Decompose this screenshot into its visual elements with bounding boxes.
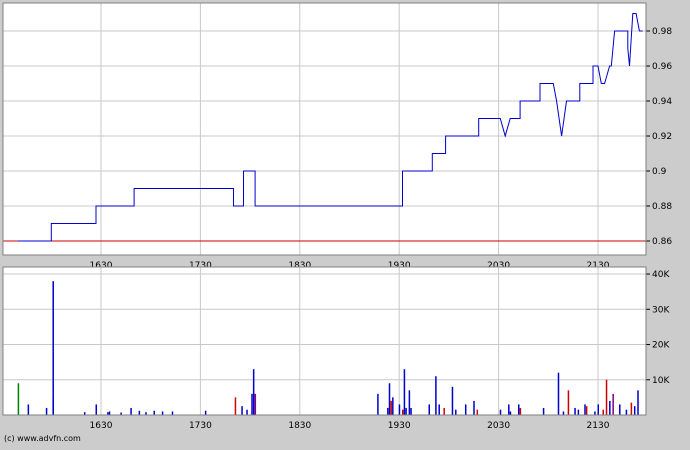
volume-bar (451, 386, 454, 415)
volume-x-tick-label: 1730 (189, 421, 212, 431)
volume-bar (204, 410, 207, 415)
volume-bar (408, 390, 411, 415)
volume-bar (625, 409, 628, 415)
volume-bar (509, 411, 512, 415)
volume-bar (410, 407, 412, 415)
volume-bar (234, 397, 237, 415)
price-volume-chart: 0.860.880.90.920.940.960.981630 1730 1830 1… (2, 2, 672, 431)
chart-root: 0.86 0.88 0.9 0.92 0.94 0.96 0.98 1630 1730 1830 1… (0, 0, 690, 446)
volume-bar (562, 411, 565, 415)
volume-bar (567, 390, 570, 415)
price-y-tick-label: 0.92 (652, 132, 672, 142)
price-y-tick-label: 0.98 (652, 27, 672, 37)
volume-bar (241, 406, 243, 415)
volume-bar (499, 409, 502, 415)
volume-bar (377, 393, 379, 415)
volume-bar (402, 409, 404, 415)
volume-bar (390, 400, 392, 415)
volume-bar (594, 411, 596, 415)
price-y-tick-label: 0.94 (652, 97, 672, 107)
price-y-tick-label: 0.88 (652, 202, 672, 212)
volume-y-tick-label: 10K (652, 376, 670, 386)
volume-bar (584, 404, 586, 415)
price-y-tick-label: 0.96 (652, 62, 672, 72)
volume-x-tick-label: 1630 (90, 421, 113, 431)
volume-bar (519, 407, 522, 415)
volume-bar (574, 407, 576, 415)
volume-bar (251, 393, 253, 415)
volume-bar (464, 404, 467, 415)
volume-bar (577, 409, 580, 415)
volume-y-tick-label: 40K (652, 270, 670, 280)
volume-bar (246, 409, 248, 415)
volume-bar (254, 393, 257, 415)
volume-bar (398, 404, 401, 415)
volume-bar (388, 383, 391, 415)
volume-bar (52, 281, 54, 415)
volume-bar (153, 410, 156, 415)
volume-bar (171, 411, 174, 415)
volume-bar (405, 407, 407, 415)
volume-y-tick-label: 20K (652, 341, 670, 351)
volume-bar (17, 383, 20, 415)
volume-plot-area (2, 266, 647, 416)
copyright-footer: (c) www.advfn.com (4, 434, 81, 443)
volume-bar (585, 406, 588, 415)
volume-bar (605, 379, 608, 415)
price-plot-area (2, 2, 647, 256)
volume-x-tick-label: 2030 (487, 421, 510, 431)
volume-bar (45, 407, 48, 415)
volume-bar (108, 411, 111, 415)
volume-x-tick-label: 2130 (587, 421, 610, 431)
volume-bar (619, 404, 621, 415)
volume-bar (392, 397, 394, 415)
volume-bar (455, 409, 457, 415)
volume-y-tick-label: 30K (652, 305, 670, 315)
volume-x-tick-label: 1930 (388, 421, 411, 431)
volume-bar (633, 406, 636, 415)
volume-bar (161, 411, 164, 415)
price-y-tick-label: 0.86 (652, 237, 672, 247)
volume-bar (438, 404, 440, 415)
volume-bar (27, 404, 30, 415)
volume-bar (542, 407, 545, 415)
volume-x-tick-label: 1830 (288, 421, 311, 431)
volume-bar (138, 410, 141, 415)
volume-bar (637, 390, 639, 415)
volume-bar (602, 409, 604, 415)
volume-bar (630, 402, 633, 415)
volume-bar (95, 404, 98, 415)
volume-bar (609, 400, 611, 415)
volume-panel: 10K 20K 30K 40K 1630 1730 1830 1930 2030 2130 (2, 266, 670, 431)
volume-bar (476, 409, 479, 415)
volume-bar (387, 407, 389, 415)
price-y-tick-label: 0.9 (652, 167, 667, 177)
volume-bar (508, 404, 510, 415)
price-panel: 0.860.880.90.920.940.960.981630 1730 1830 1… (2, 2, 672, 271)
volume-bar (597, 404, 599, 415)
volume-bar (557, 372, 560, 415)
volume-bar (252, 369, 255, 415)
volume-bar (473, 400, 475, 415)
volume-bar (517, 404, 520, 415)
volume-bar (612, 393, 614, 415)
volume-bar (443, 407, 445, 415)
volume-bar (403, 369, 406, 415)
volume-bar (435, 376, 437, 415)
volume-bar (130, 407, 132, 415)
volume-bar (428, 404, 431, 415)
